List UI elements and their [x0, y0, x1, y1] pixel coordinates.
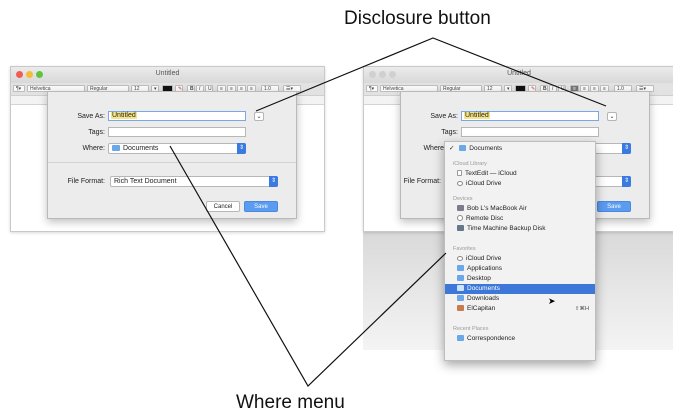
- divider: [48, 162, 296, 163]
- menu-item-remote-disc[interactable]: Remote Disc: [445, 214, 595, 224]
- paragraph-style-popup[interactable]: ¶▾: [366, 85, 378, 92]
- popup-arrows-icon: ⇕: [237, 143, 246, 154]
- menu-item-documents[interactable]: Documents: [445, 284, 595, 294]
- chevron-down-icon: ⌄: [609, 114, 615, 120]
- disclosure-button-callout: Disclosure button: [344, 8, 491, 29]
- menu-item-label: iCloud Drive: [466, 180, 502, 187]
- laptop-icon: [457, 205, 464, 211]
- file-format-label: File Format:: [67, 178, 105, 185]
- menu-header-icloud: iCloud Library: [453, 161, 487, 167]
- where-value: Documents: [123, 145, 159, 152]
- where-menu: ✓ Documents iCloud Library TextEdit — iC…: [444, 141, 596, 361]
- drive-icon: [457, 225, 464, 231]
- menu-item-applications[interactable]: Applications: [445, 264, 595, 274]
- menu-header-devices: Devices: [453, 196, 473, 202]
- menu-item-correspondence[interactable]: Correspondence: [445, 334, 595, 344]
- save-as-label: Save As:: [77, 113, 105, 120]
- disc-icon: [457, 215, 463, 221]
- menu-item-icloud-drive[interactable]: iCloud Drive: [445, 179, 595, 189]
- where-menu-callout: Where menu: [236, 392, 345, 413]
- cloud-icon: [457, 256, 463, 261]
- menu-item-label: Desktop: [467, 275, 491, 282]
- folder-icon: [457, 275, 464, 281]
- home-icon: [457, 305, 464, 311]
- menu-item-label: Remote Disc: [466, 215, 504, 222]
- paragraph-style-popup[interactable]: ¶▾: [13, 85, 25, 92]
- cancel-button[interactable]: Cancel: [206, 201, 240, 212]
- file-format-label: File Format:: [403, 178, 441, 185]
- window-title: Untitled: [155, 70, 180, 77]
- save-sheet: Save As: Untitled ⌄ Tags: Where: Documen…: [47, 91, 297, 219]
- disclosure-button[interactable]: ⌄: [254, 112, 264, 121]
- popup-arrows-icon: ⇕: [269, 176, 278, 187]
- menu-item-label: TextEdit — iCloud: [465, 170, 517, 177]
- folder-icon: [457, 285, 464, 291]
- save-as-field[interactable]: Untitled: [108, 111, 246, 121]
- title-bar: Untitled: [11, 67, 324, 83]
- menu-item-time-machine[interactable]: Time Machine Backup Disk: [445, 224, 595, 234]
- menu-item-label: Downloads: [467, 295, 500, 302]
- menu-header-recent: Recent Places: [453, 326, 489, 332]
- folder-icon: [112, 145, 120, 151]
- save-as-field[interactable]: Untitled: [461, 111, 599, 121]
- menu-item-label: iCloud Drive: [466, 255, 502, 262]
- tags-label: Tags:: [441, 129, 458, 136]
- menu-item-label: Bob L's MacBook Air: [467, 205, 527, 212]
- disclosure-button[interactable]: ⌄: [607, 112, 617, 121]
- popup-arrows-icon: ⇕: [622, 176, 631, 187]
- window-title: Untitled: [507, 70, 531, 77]
- menu-item-label: Documents: [467, 285, 500, 292]
- where-popup[interactable]: Documents ⇕: [108, 143, 246, 154]
- menu-item-elcapitan[interactable]: ElCapitan ⇧⌘H: [445, 304, 595, 314]
- save-button[interactable]: Save: [244, 201, 278, 212]
- file-format-value: Rich Text Document: [114, 178, 177, 185]
- cloud-icon: [457, 181, 463, 186]
- menu-header-favorites: Favorites: [453, 246, 476, 252]
- save-as-value: Untitled: [464, 112, 490, 119]
- save-button[interactable]: Save: [597, 201, 631, 212]
- menu-item-macbook-air[interactable]: Bob L's MacBook Air: [445, 204, 595, 214]
- menu-item-label: Applications: [467, 265, 503, 272]
- tags-field[interactable]: [461, 127, 599, 137]
- menu-item-label: ElCapitan: [467, 305, 496, 312]
- file-format-popup[interactable]: Rich Text Document ⇕: [110, 176, 278, 187]
- document-icon: [457, 170, 462, 176]
- menu-item-textedit-icloud[interactable]: TextEdit — iCloud: [445, 169, 595, 179]
- tags-field[interactable]: [108, 127, 246, 137]
- chevron-down-icon: ⌄: [256, 114, 262, 120]
- textedit-window-left: Untitled ¶▾ Helvetica Regular 12 ▾ ✎ B I…: [10, 66, 325, 232]
- tags-label: Tags:: [88, 129, 105, 136]
- title-bar: Untitled: [364, 67, 673, 83]
- checkmark-icon: ✓: [449, 145, 455, 152]
- popup-arrows-icon: ⇕: [622, 143, 631, 154]
- menu-item-label: Time Machine Backup Disk: [467, 225, 546, 232]
- where-label: Where:: [82, 145, 105, 152]
- folder-icon: [457, 295, 464, 301]
- where-label: Where:: [423, 145, 446, 152]
- folder-icon: [457, 335, 464, 341]
- save-as-label: Save As:: [430, 113, 458, 120]
- menu-item-desktop[interactable]: Desktop: [445, 274, 595, 284]
- folder-icon: [457, 265, 464, 271]
- menu-item-label: Documents: [469, 145, 503, 152]
- menu-item-icloud-drive-fav[interactable]: iCloud Drive: [445, 254, 595, 264]
- folder-icon: [459, 145, 467, 151]
- menu-item-shortcut: ⇧⌘H: [574, 306, 589, 312]
- menu-item-downloads[interactable]: Downloads: [445, 294, 595, 304]
- mouse-pointer-icon: ➤: [548, 296, 556, 306]
- save-as-value: Untitled: [111, 112, 137, 119]
- menu-item-label: Correspondence: [467, 335, 516, 342]
- menu-item-current-location[interactable]: ✓ Documents: [445, 144, 595, 154]
